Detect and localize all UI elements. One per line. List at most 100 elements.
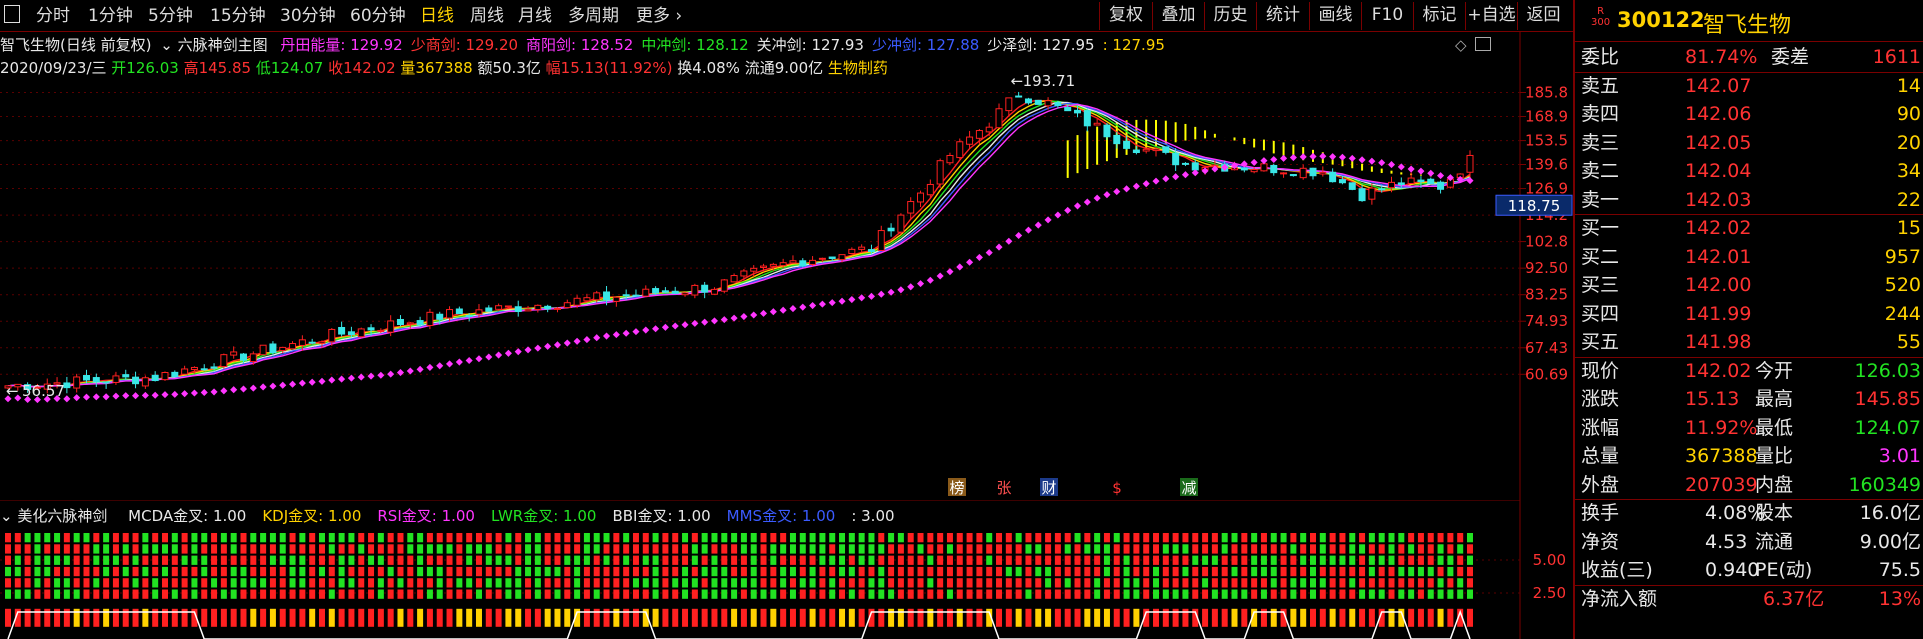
dantian-dot — [1348, 154, 1356, 162]
period-tab[interactable]: 15分钟 — [210, 4, 266, 28]
stat-row[interactable]: 涨跌 15.13 最高 145.85 — [1575, 385, 1923, 414]
dantian-dot — [1132, 182, 1140, 190]
signal-square — [878, 555, 885, 565]
stat-row[interactable]: 外盘 207039 内盘 160349 — [1575, 471, 1923, 500]
period-tab[interactable]: 月线 — [518, 4, 552, 28]
period-tab[interactable]: 分时 — [36, 4, 70, 28]
signal-square — [858, 578, 865, 588]
bid-row[interactable]: 买一 142.02 15 — [1575, 214, 1923, 243]
indicator-value: 丹田能量: 129.92 — [280, 36, 403, 54]
period-tab[interactable]: 更多 › — [636, 4, 682, 28]
ask-row[interactable]: 卖五 142.07 14 — [1575, 72, 1923, 101]
indicator-name[interactable]: 六脉神剑主图 — [178, 36, 268, 54]
signal-square — [1153, 566, 1160, 577]
signal-square — [1241, 578, 1248, 588]
candle-body — [1103, 124, 1111, 138]
signal-square — [1319, 555, 1326, 565]
toolbar-action[interactable]: 历史 — [1204, 2, 1256, 30]
candle-body — [82, 375, 90, 381]
toolbar-action[interactable]: +自选 — [1465, 2, 1517, 30]
ask-row[interactable]: 卖三 142.05 20 — [1575, 129, 1923, 158]
dantian-dot — [769, 308, 777, 316]
signal-square — [1045, 566, 1052, 577]
panel-toggle-icon[interactable] — [1475, 37, 1491, 51]
indicator-dropdown-icon[interactable]: ⌄ — [160, 36, 173, 54]
ask-row[interactable]: 卖一 142.03 22 — [1575, 186, 1923, 215]
signal-square — [946, 578, 953, 588]
bid-row[interactable]: 买三 142.00 520 — [1575, 271, 1923, 300]
order-ratio-row[interactable]: 委比 81.74% 委差 1611 — [1575, 43, 1923, 72]
stat-row[interactable]: 净资 4.53 流通 9.00亿 — [1575, 528, 1923, 557]
signal-square — [848, 544, 855, 554]
period-tab[interactable]: 5分钟 — [148, 4, 193, 28]
stat-value: 15.13 — [1685, 388, 1740, 410]
window-menu-icon[interactable] — [4, 5, 20, 23]
signal-square — [1192, 578, 1199, 588]
period-tab[interactable]: 日线 — [420, 4, 454, 28]
signal-square — [1251, 544, 1258, 554]
signal-square — [1084, 608, 1091, 627]
bar-industry[interactable]: 生物制药 — [828, 59, 888, 77]
signal-square — [14, 589, 21, 599]
signal-square — [878, 566, 885, 577]
ask-row[interactable]: 卖二 142.04 34 — [1575, 157, 1923, 186]
period-tab[interactable]: 30分钟 — [280, 4, 336, 28]
stat-row[interactable]: 收益(三) 0.940 PE(动) 75.5 — [1575, 556, 1923, 585]
toolbar-action[interactable]: 叠加 — [1152, 2, 1204, 30]
stat-row[interactable]: 现价 142.02 今开 126.03 — [1575, 357, 1923, 386]
candle-body — [603, 291, 611, 301]
dantian-dot — [387, 370, 395, 378]
stat-row[interactable]: 总量 367388 量比 3.01 — [1575, 442, 1923, 471]
period-tab[interactable]: 1分钟 — [88, 4, 133, 28]
toolbar-action[interactable]: 复权 — [1099, 2, 1152, 30]
signal-line — [7, 609, 1471, 639]
toolbar-action[interactable]: 画线 — [1309, 2, 1361, 30]
candlestick-chart[interactable]: 185.8168.9153.5139.6126.9114.2102.892.50… — [0, 32, 1573, 502]
stat-row[interactable]: 换手 4.08% 股本 16.0亿 — [1575, 499, 1923, 528]
period-tab[interactable]: 周线 — [470, 4, 504, 28]
bid-row[interactable]: 买五 141.98 55 — [1575, 328, 1923, 357]
bid-row[interactable]: 买四 141.99 244 — [1575, 300, 1923, 329]
signal-square — [1094, 555, 1101, 565]
signal-square — [1054, 544, 1061, 554]
diamond-icon[interactable]: ◇ — [1455, 36, 1467, 54]
signal-square — [750, 544, 757, 554]
signal-square — [1378, 589, 1385, 599]
toolbar-action[interactable]: F10 — [1361, 2, 1413, 30]
period-tab[interactable]: 60分钟 — [350, 4, 406, 28]
signal-square — [240, 578, 247, 588]
signal-square — [711, 589, 718, 599]
dantian-dot — [995, 243, 1003, 251]
sub-dropdown-icon[interactable]: ⌄ — [0, 507, 13, 525]
signal-square — [770, 608, 777, 627]
signal-square — [152, 566, 159, 577]
sub-indicator-name[interactable]: 美化六脉神剑 — [17, 507, 107, 525]
signal-square — [1359, 544, 1366, 554]
signal-square — [485, 589, 492, 599]
candle-body — [750, 267, 758, 272]
dantian-dot — [867, 292, 875, 300]
signal-square — [1015, 544, 1022, 554]
signal-square — [632, 533, 639, 543]
toolbar-action[interactable]: 统计 — [1256, 2, 1309, 30]
ask-row[interactable]: 卖四 142.06 90 — [1575, 100, 1923, 129]
bid-row[interactable]: 买二 142.01 957 — [1575, 243, 1923, 272]
signal-square — [927, 589, 934, 599]
stat-row[interactable]: 涨幅 11.92% 最低 124.07 — [1575, 414, 1923, 443]
signal-square — [1035, 544, 1042, 554]
signal-square — [1162, 533, 1169, 543]
signal-square — [1241, 533, 1248, 543]
stat-value: 142.02 — [1685, 359, 1752, 382]
signal-square — [711, 608, 718, 627]
toolbar-action[interactable]: 返回 — [1517, 2, 1569, 30]
signal-square — [534, 608, 541, 627]
toolbar-action[interactable]: 标记 — [1413, 2, 1465, 30]
signal-square — [750, 533, 757, 543]
net-inflow-row[interactable]: 净流入额 6.37亿 13% — [1575, 585, 1923, 614]
dantian-dot — [926, 276, 934, 284]
period-tab[interactable]: 多周期 — [568, 4, 619, 28]
signal-square — [652, 544, 659, 554]
stock-title[interactable]: 智飞生物(日线 前复权) — [0, 36, 151, 54]
signal-square — [1349, 566, 1356, 577]
candle-body — [92, 377, 100, 383]
